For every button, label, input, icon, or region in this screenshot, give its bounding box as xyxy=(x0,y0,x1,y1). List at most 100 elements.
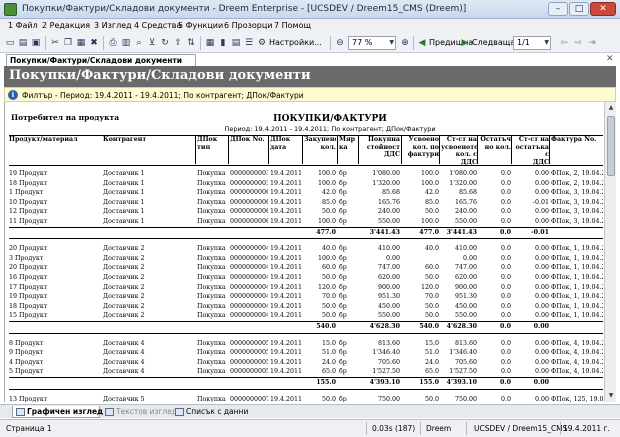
table-cell: 0000000006 xyxy=(230,198,268,206)
table-cell: Покупка xyxy=(197,254,226,262)
table-cell: 0000000004 xyxy=(230,312,268,320)
table-cell: ФПок, 4, 19.04.2011 xyxy=(551,358,603,366)
vertical-scrollbar[interactable]: ▲ ▼ xyxy=(604,102,616,402)
view-tabs: Графичен изглед Текстов изглед Списък с … xyxy=(0,404,620,418)
table-cell: Покупка xyxy=(197,208,226,216)
table-cell: 0.00 xyxy=(462,254,477,262)
forward-icon[interactable]: ⇨ xyxy=(572,37,584,49)
zoom-select[interactable]: 77 % ▼ xyxy=(348,36,396,50)
expand-icon[interactable]: ⇥ xyxy=(586,37,598,49)
table-cell: Доставчик 5 xyxy=(103,395,145,402)
table-cell: бр xyxy=(339,312,347,320)
subtotal-cell xyxy=(339,228,359,237)
menu-windows[interactable]: 6 Прозорци xyxy=(224,21,273,30)
table-cell: 750.00 xyxy=(377,395,400,402)
scroll-up-icon[interactable]: ▲ xyxy=(606,103,616,113)
table-icon[interactable]: ▤ xyxy=(230,37,242,49)
table-cell: 0.0 xyxy=(500,189,511,197)
minimize-button[interactable]: – xyxy=(548,2,568,16)
app-icon xyxy=(4,3,17,16)
menu-tools[interactable]: 4 Средства xyxy=(134,21,181,30)
menu-edit[interactable]: 2 Редакция xyxy=(42,21,90,30)
settings-button[interactable]: Настройки... xyxy=(269,38,322,47)
close-button[interactable]: ✕ xyxy=(590,2,616,16)
table-cell: 410.00 xyxy=(377,245,400,253)
subtotal-cell: 4'628.30 xyxy=(369,323,400,330)
menu-functions[interactable]: 5 Функции xyxy=(178,21,223,30)
prev-page-icon[interactable]: ◀ xyxy=(416,37,428,49)
table-cell: 240.00 xyxy=(454,208,477,216)
list-icon[interactable]: ☰ xyxy=(243,37,255,49)
table-cell: 0.0 xyxy=(500,264,511,272)
scroll-down-icon[interactable]: ▼ xyxy=(606,391,616,401)
table-cell: бр xyxy=(339,302,347,310)
table-cell: 85.0 xyxy=(424,198,439,206)
sort-icon[interactable]: ⇅ xyxy=(185,37,197,49)
next-page-button[interactable]: Следваща xyxy=(472,38,515,47)
preview-icon[interactable]: ▥ xyxy=(120,37,132,49)
table-cell: 1'320.00 xyxy=(449,179,477,187)
info-icon: i xyxy=(8,90,18,100)
filter-bar: i Филтър - Период: 19.4.2011 - 19.4.2011… xyxy=(4,87,616,102)
table-cell: 42.0 xyxy=(424,189,439,197)
scroll-thumb[interactable] xyxy=(607,116,615,176)
table-cell: Доставчик 1 xyxy=(103,198,145,206)
save-icon[interactable]: ▣ xyxy=(30,37,42,49)
filter-icon[interactable]: ⊻ xyxy=(146,37,158,49)
table-cell: 50.0 xyxy=(321,395,336,402)
table-cell: 65.0 xyxy=(321,368,336,376)
page-select[interactable]: 1/1 ▼ xyxy=(513,36,551,50)
subtotal-cell xyxy=(230,228,268,237)
copy-icon[interactable]: ❐ xyxy=(62,37,74,49)
export-icon[interactable]: ⇪ xyxy=(172,37,184,49)
subtotal-cell xyxy=(9,322,101,331)
table-cell: 0000000006 xyxy=(230,218,268,225)
tab-graphic-view[interactable]: Графичен изглед xyxy=(12,406,103,418)
subtotal-cell: 155.0 xyxy=(316,379,336,386)
table-cell: 240.00 xyxy=(377,208,400,216)
zoom-in-icon[interactable]: ⊕ xyxy=(399,37,411,49)
table-cell: Доставчик 2 xyxy=(103,283,145,291)
table-cell: бр xyxy=(339,245,347,253)
table-cell: ФПок, 1, 19.04.2011 xyxy=(551,245,603,253)
subtotal-cell: 4'628.30 xyxy=(446,323,477,330)
zoom-icon[interactable]: ⊖ xyxy=(334,37,346,49)
table-cell: бр xyxy=(339,189,347,197)
back-icon[interactable]: ⇦ xyxy=(558,37,570,49)
cut-icon[interactable]: ✂ xyxy=(49,37,61,49)
print-icon[interactable]: ⎙ xyxy=(107,37,119,49)
chart-icon[interactable]: ▮ xyxy=(217,37,229,49)
refresh-icon[interactable]: ↻ xyxy=(159,37,171,49)
table-cell: 0.00 xyxy=(534,274,549,281)
subtotal-cell: 4'393.10 xyxy=(446,379,477,386)
next-page-icon[interactable]: ▶ xyxy=(459,37,471,49)
table-cell: ФПок, 4, 19.04.2011 xyxy=(551,349,603,357)
document-tab[interactable]: Покупки/Фактури/Складови документи xyxy=(6,54,196,66)
table-cell: 410.00 xyxy=(454,245,477,253)
menu-file[interactable]: 1 Файл xyxy=(8,21,38,30)
table-cell: 50.0 xyxy=(321,302,336,310)
subtotal-cell xyxy=(339,378,359,387)
find-icon[interactable]: ⌕ xyxy=(133,37,145,49)
table-cell: 0.00 xyxy=(534,283,549,291)
close-doc-icon[interactable]: ✕ xyxy=(606,54,614,64)
table-cell: 19 Продукт xyxy=(9,170,48,177)
grid-icon[interactable]: ▦ xyxy=(204,37,216,49)
table-cell: 19.4.2011 xyxy=(270,189,302,197)
table-cell: 1 Продукт xyxy=(9,189,44,197)
menu-help[interactable]: 7 Помощ xyxy=(274,21,311,30)
delete-icon[interactable]: ✖ xyxy=(88,37,100,49)
open-icon[interactable]: ▤ xyxy=(17,37,29,49)
table-cell: 550.00 xyxy=(377,312,400,320)
new-icon[interactable]: ▭ xyxy=(4,37,16,49)
column-divider xyxy=(337,136,338,164)
table-cell: 18 Продукт xyxy=(9,302,48,310)
paste-icon[interactable]: ▦ xyxy=(75,37,87,49)
tab-text-view[interactable]: Текстов изглед xyxy=(102,406,177,418)
table-cell: 19.4.2011 xyxy=(270,302,302,310)
table-cell: 750.00 xyxy=(454,395,477,402)
maximize-button[interactable]: □ xyxy=(569,2,589,16)
menu-view[interactable]: 3 Изглед xyxy=(94,21,132,30)
tab-data-list[interactable]: Списък с данни xyxy=(172,406,248,418)
column-header: Ст-ст на остатъка с ДДС xyxy=(515,136,549,166)
